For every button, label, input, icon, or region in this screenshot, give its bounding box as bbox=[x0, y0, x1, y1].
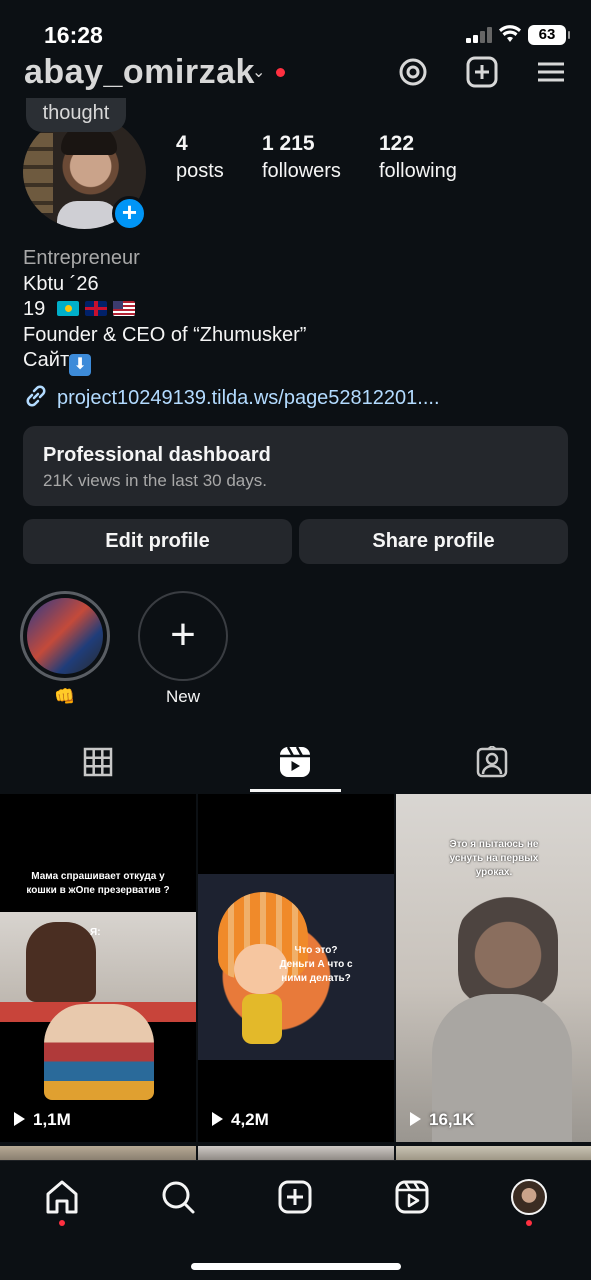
share-profile-button[interactable]: Share profile bbox=[299, 519, 568, 564]
dashboard-title: Professional dashboard bbox=[43, 444, 271, 466]
bio-line: Kbtu ´26 bbox=[23, 272, 99, 295]
add-story-icon[interactable]: + bbox=[112, 196, 147, 231]
reel-caption: Мама спрашивает откуда у кошки в жОпе пр… bbox=[26, 871, 170, 896]
stat-value: 1 215 bbox=[262, 132, 315, 155]
notification-dot bbox=[59, 1220, 65, 1226]
create-icon[interactable] bbox=[277, 1179, 313, 1215]
reels-grid: Мама спрашивает откуда у кошки в жОпе пр… bbox=[0, 794, 591, 1160]
stat-label: following bbox=[379, 160, 457, 182]
reel-thumbnail[interactable]: Это я пытаюсь не уснуть на первых уроках… bbox=[396, 794, 591, 1142]
link-text[interactable]: project10249139.tilda.ws/page52812201...… bbox=[57, 387, 440, 409]
battery-icon: 63 bbox=[528, 25, 570, 45]
reel-caption: Это я пытаюсь не уснуть на первых уроках… bbox=[449, 839, 539, 878]
arrow-down-icon: ⬇ bbox=[69, 354, 92, 376]
new-highlight-button[interactable]: + bbox=[138, 591, 228, 681]
stat-label: followers bbox=[262, 160, 341, 182]
status-time: 16:28 bbox=[44, 22, 103, 48]
signal-icon bbox=[466, 27, 492, 43]
highlight-label: 👊 bbox=[54, 687, 76, 706]
reels-icon bbox=[280, 746, 310, 777]
tab-reels[interactable] bbox=[197, 738, 394, 794]
note-bubble[interactable]: thought bbox=[26, 98, 126, 132]
bio: Entrepreneur Kbtu ´26 19 Founder & CEO o… bbox=[23, 246, 573, 376]
bio-category: Entrepreneur bbox=[23, 247, 140, 269]
tab-active-indicator bbox=[250, 789, 341, 792]
stat-value: 4 bbox=[176, 132, 188, 155]
reel-caption: Что это? Деньги А что с ними делать? bbox=[279, 945, 353, 984]
reel-thumbnail[interactable] bbox=[396, 1146, 591, 1160]
home-indicator bbox=[191, 1263, 401, 1270]
grid-icon bbox=[83, 747, 113, 777]
plus-icon: + bbox=[170, 610, 196, 659]
reel-thumbnail[interactable] bbox=[0, 1146, 196, 1160]
chevron-down-icon[interactable]: ⌄ bbox=[252, 62, 265, 82]
notification-dot bbox=[526, 1220, 532, 1226]
reel-caption: Я: bbox=[90, 927, 101, 938]
reel-thumbnail[interactable] bbox=[198, 1146, 394, 1160]
profile-header: abay_omirzak ⌄ bbox=[0, 48, 591, 98]
profile-nav-avatar[interactable] bbox=[511, 1179, 547, 1215]
profile-tabs bbox=[0, 738, 591, 794]
tab-tagged[interactable] bbox=[394, 738, 591, 794]
threads-icon[interactable] bbox=[397, 56, 429, 88]
username[interactable]: abay_omirzak bbox=[24, 53, 255, 92]
tagged-icon bbox=[476, 746, 508, 778]
reel-thumbnail[interactable]: Мама спрашивает откуда у кошки в жОпе пр… bbox=[0, 794, 196, 1142]
bio-site-label: Сайт bbox=[23, 349, 70, 371]
bio-age: 19 bbox=[23, 298, 46, 320]
wifi-icon bbox=[499, 25, 521, 42]
reel-views: 4,2M bbox=[212, 1110, 269, 1130]
stat-posts[interactable]: 4 posts bbox=[176, 132, 224, 183]
kazakhstan-flag-icon bbox=[56, 301, 79, 316]
stat-following[interactable]: 122 following bbox=[379, 132, 457, 183]
view-count: 4,2M bbox=[231, 1110, 269, 1129]
bio-line: Founder & CEO of “Zhumusker” bbox=[23, 323, 307, 346]
uk-flag-icon bbox=[84, 301, 107, 316]
home-icon[interactable] bbox=[44, 1179, 80, 1215]
bio-link[interactable]: project10249139.tilda.ws/page52812201...… bbox=[23, 383, 440, 410]
story-highlight[interactable] bbox=[20, 591, 110, 681]
edit-profile-button[interactable]: Edit profile bbox=[23, 519, 292, 564]
dashboard-subtitle: 21K views in the last 30 days. bbox=[43, 471, 267, 490]
stat-value: 122 bbox=[379, 132, 415, 155]
reel-thumbnail[interactable]: Что это? Деньги А что с ними делать? 4,2… bbox=[198, 794, 394, 1142]
professional-dashboard[interactable]: Professional dashboard 21K views in the … bbox=[23, 426, 568, 506]
highlight-label: New bbox=[165, 687, 200, 706]
us-flag-icon bbox=[112, 301, 135, 316]
menu-icon[interactable] bbox=[535, 56, 567, 88]
bottom-nav bbox=[0, 1160, 591, 1280]
view-count: 1,1M bbox=[33, 1110, 71, 1129]
view-count: 16,1K bbox=[429, 1110, 475, 1129]
bio-line-flags: 19 bbox=[23, 297, 573, 323]
search-icon[interactable] bbox=[160, 1179, 196, 1215]
notification-dot bbox=[276, 68, 285, 77]
tab-posts[interactable] bbox=[0, 738, 197, 794]
create-post-icon[interactable] bbox=[466, 56, 498, 88]
link-icon bbox=[26, 385, 46, 407]
reel-views: 16,1K bbox=[410, 1110, 474, 1130]
play-icon bbox=[14, 1112, 25, 1126]
reel-views: 1,1M bbox=[14, 1110, 71, 1130]
stat-label: posts bbox=[176, 160, 224, 182]
reel-image bbox=[44, 1004, 154, 1100]
reels-nav-icon[interactable] bbox=[394, 1179, 430, 1215]
play-icon bbox=[410, 1112, 421, 1126]
bio-line-site: Сайт ⬇ bbox=[23, 348, 573, 376]
play-icon bbox=[212, 1112, 223, 1126]
stat-followers[interactable]: 1 215 followers bbox=[262, 132, 341, 183]
